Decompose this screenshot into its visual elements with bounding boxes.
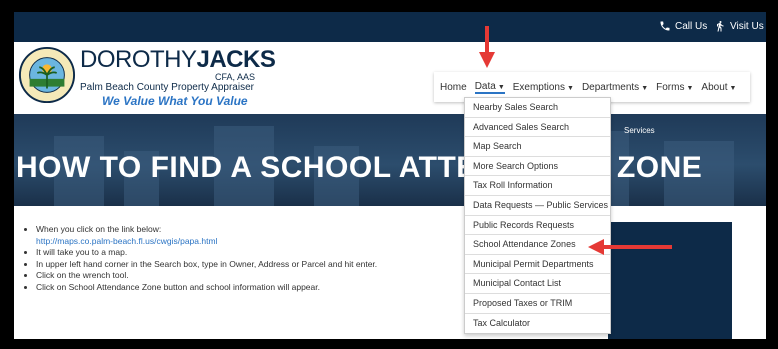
brand-name: DOROTHYJACKS [80, 46, 276, 73]
red-arrow-down-annotation [479, 26, 495, 68]
top-bar: Call Us Visit Us [14, 12, 766, 42]
nav-exemptions[interactable]: Exemptions ▼ [513, 82, 574, 93]
menu-item-tax-roll-information[interactable]: Tax Roll Information [465, 176, 610, 196]
caret-down-icon: ▼ [567, 84, 574, 92]
list-item: It will take you to a map. [36, 247, 377, 259]
menu-item-map-search[interactable]: Map Search [465, 137, 610, 157]
nav-forms[interactable]: Forms ▼ [656, 82, 693, 93]
menu-item-public-records-requests[interactable]: Public Records Requests [465, 216, 610, 236]
menu-item-tax-calculator[interactable]: Tax Calculator [465, 314, 610, 334]
caret-down-icon: ▼ [641, 84, 649, 92]
red-arrow-left-annotation [588, 239, 672, 255]
main-content: When you click on the link below:http://… [14, 206, 766, 339]
instructions-list: When you click on the link below:http://… [24, 224, 377, 293]
menu-item-data-requests[interactable]: Data Requests — Public Services [465, 196, 610, 216]
caret-down-icon: ▼ [729, 84, 737, 92]
list-item: In upper left hand corner in the Search … [36, 259, 377, 271]
sidebar-services-label[interactable]: Services [624, 126, 655, 135]
county-seal-logo[interactable] [18, 46, 76, 104]
phone-icon [660, 21, 670, 31]
menu-item-proposed-taxes-or-trim[interactable]: Proposed Taxes or TRIM [465, 294, 610, 314]
browser-page: Call Us Visit Us DOROTHYJACKS CFA, AAS P… [14, 12, 766, 339]
list-item: Click on the wrench tool. [36, 270, 377, 282]
brand-organization: Palm Beach County Property Appraiser [80, 82, 254, 93]
call-us-link[interactable]: Call Us [659, 20, 707, 32]
nav-departments[interactable]: Departments ▼ [582, 82, 648, 93]
nav-data[interactable]: Data ▼ [474, 81, 505, 94]
list-item: Click on School Attendance Zone button a… [36, 282, 377, 294]
menu-item-more-search-options[interactable]: More Search Options [465, 157, 610, 177]
brand-credentials: CFA, AAS [214, 72, 255, 82]
caret-down-icon: ▼ [497, 83, 505, 91]
data-dropdown-menu: Nearby Sales Search Advanced Sales Searc… [464, 97, 611, 335]
nav-about[interactable]: About ▼ [701, 82, 736, 93]
walking-person-icon [717, 21, 724, 32]
visit-us-link[interactable]: Visit Us [714, 20, 764, 32]
nav-home[interactable]: Home [440, 82, 467, 93]
list-item: When you click on the link below:http://… [36, 224, 377, 247]
brand-tagline: We Value What You Value [102, 94, 248, 108]
call-us-label: Call Us [675, 20, 708, 32]
site-header: DOROTHYJACKS CFA, AAS Palm Beach County … [14, 42, 766, 114]
menu-item-municipal-permit-departments[interactable]: Municipal Permit Departments [465, 255, 610, 275]
map-link[interactable]: http://maps.co.palm-beach.fl.us/cwgis/pa… [36, 236, 217, 246]
visit-us-label: Visit Us [730, 20, 764, 32]
menu-item-municipal-contact-list[interactable]: Municipal Contact List [465, 274, 610, 294]
menu-item-advanced-sales-search[interactable]: Advanced Sales Search [465, 118, 610, 138]
brand-block[interactable]: DOROTHYJACKS CFA, AAS Palm Beach County … [80, 46, 276, 109]
menu-item-nearby-sales-search[interactable]: Nearby Sales Search [465, 98, 610, 118]
caret-down-icon: ▼ [686, 84, 694, 92]
